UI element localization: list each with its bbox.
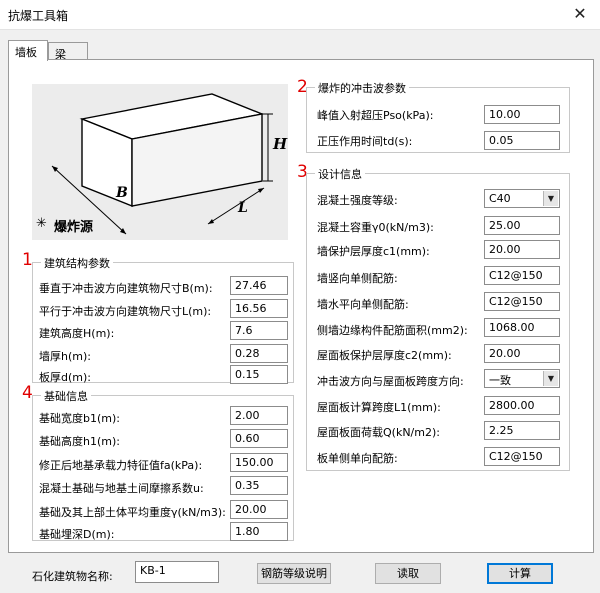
close-icon[interactable]: ✕ bbox=[566, 3, 594, 25]
diagram-label-b: B bbox=[116, 185, 128, 201]
input-peak-overpressure[interactable]: 10.00 bbox=[484, 105, 560, 124]
input-edge-member-rebar-area[interactable]: 1068.00 bbox=[484, 318, 560, 337]
label-roof-load: 屋面板面荷载Q(kN/m2): bbox=[317, 426, 440, 439]
input-building-height[interactable]: 7.6 bbox=[230, 321, 288, 340]
tab-wallboard[interactable]: 墙板 bbox=[8, 40, 48, 61]
group-title-structure: 建筑结构参数 bbox=[41, 255, 113, 271]
group-title-foundation: 基础信息 bbox=[41, 388, 91, 404]
label-wall-vertical-rebar: 墙竖向单侧配筋: bbox=[317, 272, 398, 285]
group-title-shockwave: 爆炸的冲击波参数 bbox=[315, 80, 409, 96]
input-slab-rebar[interactable]: C12@150 bbox=[484, 447, 560, 466]
label-bearing-capacity: 修正后地基承载力特征值fa(kPa): bbox=[39, 459, 203, 472]
label-wall-horizontal-rebar: 墙水平向单侧配筋: bbox=[317, 298, 409, 311]
input-wall-horizontal-rebar[interactable]: C12@150 bbox=[484, 292, 560, 311]
input-building-length[interactable]: 16.56 bbox=[230, 299, 288, 318]
label-roof-cover: 屋面板保护层厚度c2(mm): bbox=[317, 349, 452, 362]
label-building-length: 平行于冲击波方向建筑物尺寸L(m): bbox=[39, 305, 212, 318]
diagram-caption: 爆炸源 bbox=[54, 220, 94, 235]
input-burial-depth[interactable]: 1.80 bbox=[230, 522, 288, 541]
label-roof-span: 屋面板计算跨度L1(mm): bbox=[317, 401, 441, 414]
input-slab-thickness[interactable]: 0.15 bbox=[230, 365, 288, 384]
input-wall-vertical-rebar[interactable]: C12@150 bbox=[484, 266, 560, 285]
select-wave-direction[interactable]: 一致 ▼ bbox=[484, 369, 560, 388]
explosion-star-icon: ✳ bbox=[36, 216, 47, 231]
label-soil-unit-weight: 基础及其上部土体平均重度γ(kN/m3): bbox=[39, 506, 226, 519]
label-building-width: 垂直于冲击波方向建筑物尺寸B(m): bbox=[39, 282, 213, 295]
input-soil-unit-weight[interactable]: 20.00 bbox=[230, 500, 288, 519]
label-peak-overpressure: 峰值入射超压Pso(kPa): bbox=[317, 109, 434, 122]
select-concrete-grade[interactable]: C40 ▼ bbox=[484, 189, 560, 208]
input-wall-cover[interactable]: 20.00 bbox=[484, 240, 560, 259]
input-bearing-capacity[interactable]: 150.00 bbox=[230, 453, 288, 472]
select-concrete-grade-value: C40 bbox=[489, 192, 511, 205]
input-roof-load[interactable]: 2.25 bbox=[484, 421, 560, 440]
label-slab-thickness: 板厚d(m): bbox=[39, 371, 91, 384]
input-building-width[interactable]: 27.46 bbox=[230, 276, 288, 295]
input-friction-coefficient[interactable]: 0.35 bbox=[230, 476, 288, 495]
group-title-design: 设计信息 bbox=[315, 166, 365, 182]
read-button[interactable]: 读取 bbox=[375, 563, 441, 584]
window-title: 抗爆工具箱 bbox=[8, 9, 69, 23]
calculate-button[interactable]: 计算 bbox=[487, 563, 553, 584]
input-foundation-height[interactable]: 0.60 bbox=[230, 429, 288, 448]
title-bar: 抗爆工具箱 ✕ bbox=[0, 0, 600, 30]
input-roof-cover[interactable]: 20.00 bbox=[484, 344, 560, 363]
label-slab-rebar: 板单侧单向配筋: bbox=[317, 452, 398, 465]
label-foundation-width: 基础宽度b1(m): bbox=[39, 412, 120, 425]
label-building-name: 石化建筑物名称: bbox=[32, 570, 113, 583]
label-foundation-height: 基础高度h1(m): bbox=[39, 435, 120, 448]
tab-beam[interactable]: 梁 bbox=[48, 42, 88, 61]
label-building-height: 建筑高度H(m): bbox=[39, 327, 115, 340]
input-wall-thickness[interactable]: 0.28 bbox=[230, 344, 288, 363]
label-wall-thickness: 墙厚h(m): bbox=[39, 350, 91, 363]
rebar-grade-button[interactable]: 钢筋等级说明 bbox=[257, 563, 331, 584]
label-wall-cover: 墙保护层厚度c1(mm): bbox=[317, 245, 430, 258]
input-roof-span[interactable]: 2800.00 bbox=[484, 396, 560, 415]
label-concrete-unit-weight: 混凝土容重γ0(kN/m3): bbox=[317, 221, 434, 234]
label-positive-duration: 正压作用时间td(s): bbox=[317, 135, 413, 148]
input-foundation-width[interactable]: 2.00 bbox=[230, 406, 288, 425]
label-friction-coefficient: 混凝土基础与地基土间摩擦系数u: bbox=[39, 482, 204, 495]
chevron-down-icon[interactable]: ▼ bbox=[543, 371, 558, 386]
label-edge-member-rebar-area: 侧墙边缘构件配筋面积(mm2): bbox=[317, 324, 468, 337]
label-burial-depth: 基础埋深D(m): bbox=[39, 528, 115, 541]
input-concrete-unit-weight[interactable]: 25.00 bbox=[484, 216, 560, 235]
chevron-down-icon[interactable]: ▼ bbox=[543, 191, 558, 206]
diagram-label-l: L bbox=[238, 200, 248, 216]
input-positive-duration[interactable]: 0.05 bbox=[484, 131, 560, 150]
diagram-label-h: H bbox=[273, 135, 288, 153]
input-building-name[interactable]: KB-1 bbox=[135, 561, 219, 583]
label-concrete-grade: 混凝土强度等级: bbox=[317, 194, 398, 207]
select-wave-direction-value: 一致 bbox=[489, 374, 511, 387]
label-wave-direction: 冲击波方向与屋面板跨度方向: bbox=[317, 375, 464, 388]
